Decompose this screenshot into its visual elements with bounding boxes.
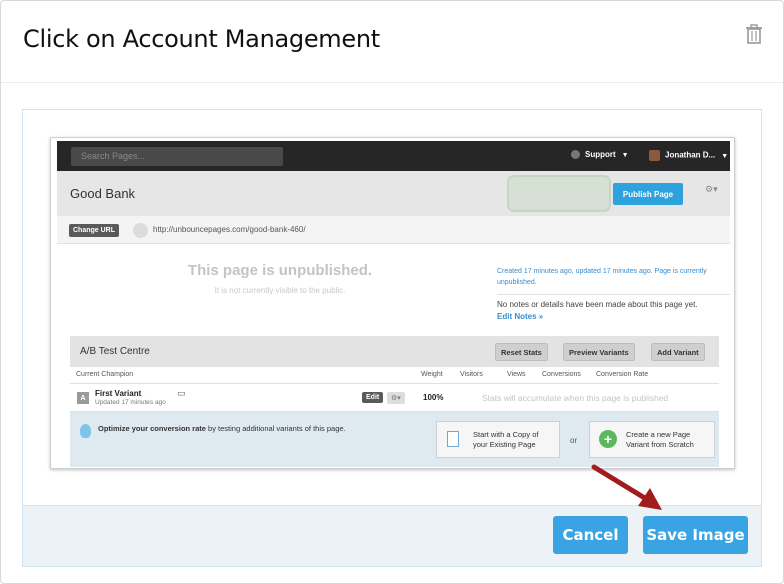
divider — [497, 294, 730, 295]
col-views: Views — [507, 371, 526, 378]
ab-title: A/B Test Centre — [80, 346, 150, 357]
scratch-line2: Variant from Scratch — [626, 440, 694, 449]
page-title: Good Bank — [70, 186, 136, 201]
notes-info: No notes or details have been made about… — [497, 300, 698, 309]
reset-stats-button: Reset Stats — [495, 343, 548, 361]
support-menu: Support ▼ — [571, 150, 629, 160]
stats-placeholder: Stats will accumulate when this page is … — [482, 393, 669, 403]
table-row: A First Variant Updated 17 minutes ago ▭… — [70, 384, 719, 412]
bulb-icon — [80, 424, 91, 438]
unpublished-subtitle: It is not currently visible to the publi… — [214, 286, 346, 295]
plus-icon: + — [599, 430, 617, 448]
unpublished-title: This page is unpublished. — [187, 262, 373, 279]
col-weight: Weight — [421, 371, 443, 378]
col-conversion-rate: Conversion Rate — [596, 371, 649, 378]
change-url-button: Change URL — [69, 224, 119, 237]
variant-updated: Updated 17 minutes ago — [95, 399, 166, 406]
highlight-box — [507, 175, 611, 212]
support-icon — [571, 150, 580, 160]
preview-variants-button: Preview Variants — [563, 343, 635, 361]
copy-line2: your Existing Page — [473, 440, 536, 449]
copy-card-text: Start with a Copy of your Existing Page — [473, 430, 538, 450]
support-label: Support — [585, 150, 616, 159]
column-headers: Current Champion Weight Visitors Views C… — [70, 367, 719, 384]
chevron-down-icon: ▼ — [621, 152, 629, 159]
ab-header: A/B Test Centre Reset Stats Preview Vari… — [70, 336, 719, 367]
add-variant-label: Add Variant — [657, 347, 699, 357]
copy-icon — [447, 431, 459, 447]
page-titlebar: Good Bank Publish Page ⚙▾ — [57, 171, 730, 216]
col-visitors: Visitors — [460, 371, 483, 378]
or-text: or — [570, 436, 578, 445]
chevron-down-icon: ▼ — [721, 152, 729, 160]
variant-name: First Variant — [95, 389, 142, 398]
copy-variant-card: Start with a Copy of your Existing Page — [436, 421, 560, 458]
page-url: http://unbouncepages.com/good-bank-460/ — [153, 225, 306, 234]
optimize-bold: Optimize your conversion rate — [98, 424, 206, 433]
created-info: Created 17 minutes ago, updated 17 minut… — [497, 268, 707, 286]
reset-stats-label: Reset Stats — [501, 347, 542, 357]
col-conversions: Conversions — [542, 371, 581, 378]
lock-icon — [133, 223, 148, 238]
variant-badge: A — [77, 392, 89, 404]
weight-value: 100% — [423, 393, 444, 402]
scratch-card-text: Create a new Page Variant from Scratch — [626, 430, 694, 450]
search-input: Search Pages... — [71, 147, 283, 166]
col-current-champion: Current Champion — [76, 371, 134, 378]
avatar — [649, 150, 660, 161]
optimize-rest: by testing additional variants of this p… — [205, 424, 346, 433]
ab-test-centre: A/B Test Centre Reset Stats Preview Vari… — [70, 336, 719, 468]
copy-line1: Start with a Copy of — [473, 430, 539, 439]
cancel-button[interactable]: Cancel — [553, 516, 628, 554]
user-label: Jonathan D... — [665, 150, 716, 160]
monitor-icon: ▭ — [177, 388, 186, 398]
publish-status: This page is unpublished. It is not curr… — [57, 244, 730, 336]
edit-button: Edit — [362, 392, 384, 403]
add-variant-button: Add Variant — [651, 343, 705, 361]
scratch-line1: Create a new Page — [626, 430, 691, 439]
gear-icon: ⚙▾ — [705, 184, 718, 194]
modal-header: Click on Account Management — [1, 1, 783, 83]
embedded-screenshot: Search Pages... Support ▼ Jonathan D... ▼ … — [50, 137, 735, 469]
app-topbar: Search Pages... Support ▼ Jonathan D... ▼ — [57, 141, 730, 171]
user-menu: Jonathan D... ▼ — [649, 150, 728, 161]
optimize-panel: Optimize your conversion rate by testing… — [70, 412, 719, 467]
trash-icon[interactable] — [743, 23, 765, 45]
edit-notes-link: Edit Notes » — [497, 312, 544, 321]
url-bar: Change URL http://unbouncepages.com/good… — [57, 216, 730, 244]
gear-icon: ⚙▾ — [387, 392, 405, 404]
publish-button: Publish Page — [613, 183, 683, 205]
modal-title: Click on Account Management — [23, 25, 380, 53]
preview-variants-label: Preview Variants — [569, 347, 629, 357]
save-image-button[interactable]: Save Image — [643, 516, 748, 554]
optimize-text: Optimize your conversion rate by testing… — [98, 424, 346, 433]
scratch-variant-card: + Create a new Page Variant from Scratch — [589, 421, 715, 458]
